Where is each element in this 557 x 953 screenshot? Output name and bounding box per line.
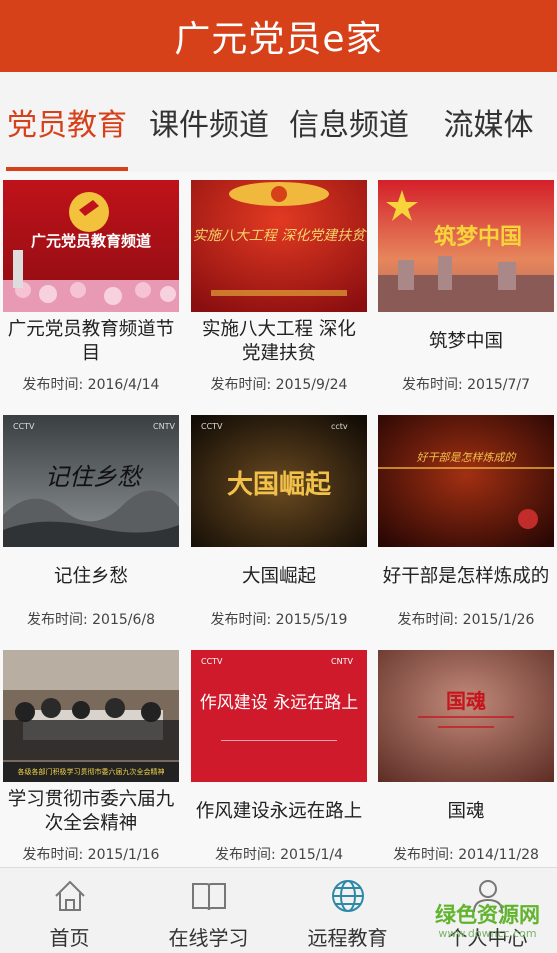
nav-online-learning-label: 在线学习 [168, 926, 249, 950]
program-card[interactable]: 筑梦中国 筑梦中国 发布时间: 2015/7/7 [378, 172, 554, 398]
app-title: 广元党员e家 [174, 19, 383, 60]
nav-home-label: 首页 [49, 926, 90, 950]
publish-date: 发布时间: 2015/1/4 [214, 847, 344, 863]
svg-text:CCTV: CCTV [201, 422, 223, 431]
program-card[interactable]: CCTV CNTV 作风建设 永远在路上 作风建设永远在路上 发布时间: 201… [191, 642, 367, 868]
program-title: 实施八大工程 深化党建扶贫 [202, 319, 356, 364]
program-card[interactable]: CCTV CNTV 记住乡愁 记住乡愁 发布时间: 2015/6/8 [3, 407, 179, 633]
nav-remote-education-label: 远程教育 [307, 926, 388, 950]
program-thumbnail: 好干部是怎样炼成的 [378, 415, 554, 547]
thumbnail-caption: 广元党员教育频道 [31, 232, 151, 250]
program-thumbnail: CCTV CNTV 记住乡愁 [3, 415, 179, 547]
program-card[interactable]: 国魂 国魂 发布时间: 2014/11/28 [378, 642, 554, 868]
publish-date: 发布时间: 2015/5/19 [210, 612, 348, 628]
thumbnail-caption: 记住乡愁 [45, 463, 144, 491]
watermark-text: 绿色资源网 [435, 903, 540, 927]
program-thumbnail: CCTV CNTV 作风建设 永远在路上 [191, 650, 367, 782]
publish-date: 发布时间: 2015/7/7 [401, 377, 531, 393]
program-thumbnail: 广元党员教育频道 [3, 180, 179, 312]
svg-text:CCTV: CCTV [201, 657, 223, 666]
nav-remote-education[interactable]: 远程教育 [278, 868, 417, 953]
program-card[interactable]: 各级各部门积极学习贯彻市委六届九次全会精神 学习贯彻市委六届九次全会精神 发布时… [3, 642, 179, 868]
program-card[interactable]: CCTV cctv 大国崛起 大国崛起 发布时间: 2015/5/19 [191, 407, 367, 633]
program-card[interactable]: 广元党员教育频道 广元党员教育频道节目 发布时间: 2016/4/14 [3, 172, 179, 398]
program-thumbnail: 筑梦中国 [378, 180, 554, 312]
thumbnail-caption: 筑梦中国 [434, 224, 522, 250]
program-thumbnail: CCTV cctv 大国崛起 [191, 415, 367, 547]
program-thumbnail: 各级各部门积极学习贯彻市委六届九次全会精神 [3, 650, 179, 782]
program-card[interactable]: 实施八大工程 深化党建扶贫 实施八大工程 深化党建扶贫 发布时间: 2015/9… [191, 172, 367, 398]
program-title: 大国崛起 [241, 566, 316, 587]
tab-courseware[interactable]: 课件频道 [140, 72, 278, 172]
program-title: 好干部是怎样炼成的 [382, 566, 550, 587]
thumbnail-caption: 好干部是怎样炼成的 [417, 451, 518, 464]
program-title: 作风建设永远在路上 [195, 801, 363, 822]
publish-date: 发布时间: 2015/1/26 [397, 612, 535, 628]
program-grid: 广元党员教育频道 广元党员教育频道节目 发布时间: 2016/4/14 实施八大… [0, 172, 557, 867]
thumbnail-caption: 实施八大工程 深化党建扶贫 [193, 228, 367, 244]
svg-text:CNTV: CNTV [331, 657, 353, 666]
program-title: 记住乡愁 [53, 566, 128, 587]
home-icon [54, 880, 85, 911]
thumbnail-caption: 作风建设 永远在路上 [200, 693, 358, 713]
publish-date: 发布时间: 2015/1/16 [22, 847, 160, 863]
nav-home[interactable]: 首页 [0, 868, 139, 953]
watermark-url: www.downcc.com [438, 927, 537, 940]
watermark: 绿色资源网 www.downcc.com [420, 895, 555, 947]
program-title: 广元党员教育频道节目 [7, 319, 175, 364]
svg-text:CCTV: CCTV [13, 422, 35, 431]
publish-date: 发布时间: 2015/6/8 [26, 612, 156, 628]
svg-text:CNTV: CNTV [153, 422, 175, 431]
program-title: 国魂 [447, 801, 485, 822]
nav-online-learning[interactable]: 在线学习 [139, 868, 278, 953]
channel-tabs: 党员教育 课件频道 信息频道 流媒体 [0, 72, 557, 173]
program-title: 筑梦中国 [428, 331, 503, 352]
program-card[interactable]: 好干部是怎样炼成的 好干部是怎样炼成的 发布时间: 2015/1/26 [378, 407, 554, 633]
tab-party-education[interactable]: 党员教育 [0, 72, 134, 172]
program-thumbnail: 国魂 [378, 650, 554, 782]
thumbnail-caption: 国魂 [446, 689, 486, 713]
publish-date: 发布时间: 2015/9/24 [210, 377, 348, 393]
thumbnail-caption: 大国崛起 [227, 470, 332, 500]
publish-date: 发布时间: 2016/4/14 [22, 377, 160, 393]
tab-information[interactable]: 信息频道 [280, 72, 418, 172]
svg-text:cctv: cctv [331, 422, 348, 431]
app-header: 广元党员e家 [0, 0, 557, 72]
tab-streaming[interactable]: 流媒体 [420, 72, 557, 172]
program-title: 学习贯彻市委六届九次全会精神 [7, 789, 175, 834]
globe-icon [331, 880, 364, 912]
thumbnail-caption: 各级各部门积极学习贯彻市委六届九次全会精神 [18, 767, 165, 776]
active-tab-indicator [6, 167, 128, 171]
publish-date: 发布时间: 2014/11/28 [393, 847, 539, 863]
book-icon [191, 883, 226, 911]
program-thumbnail: 实施八大工程 深化党建扶贫 [191, 180, 367, 312]
